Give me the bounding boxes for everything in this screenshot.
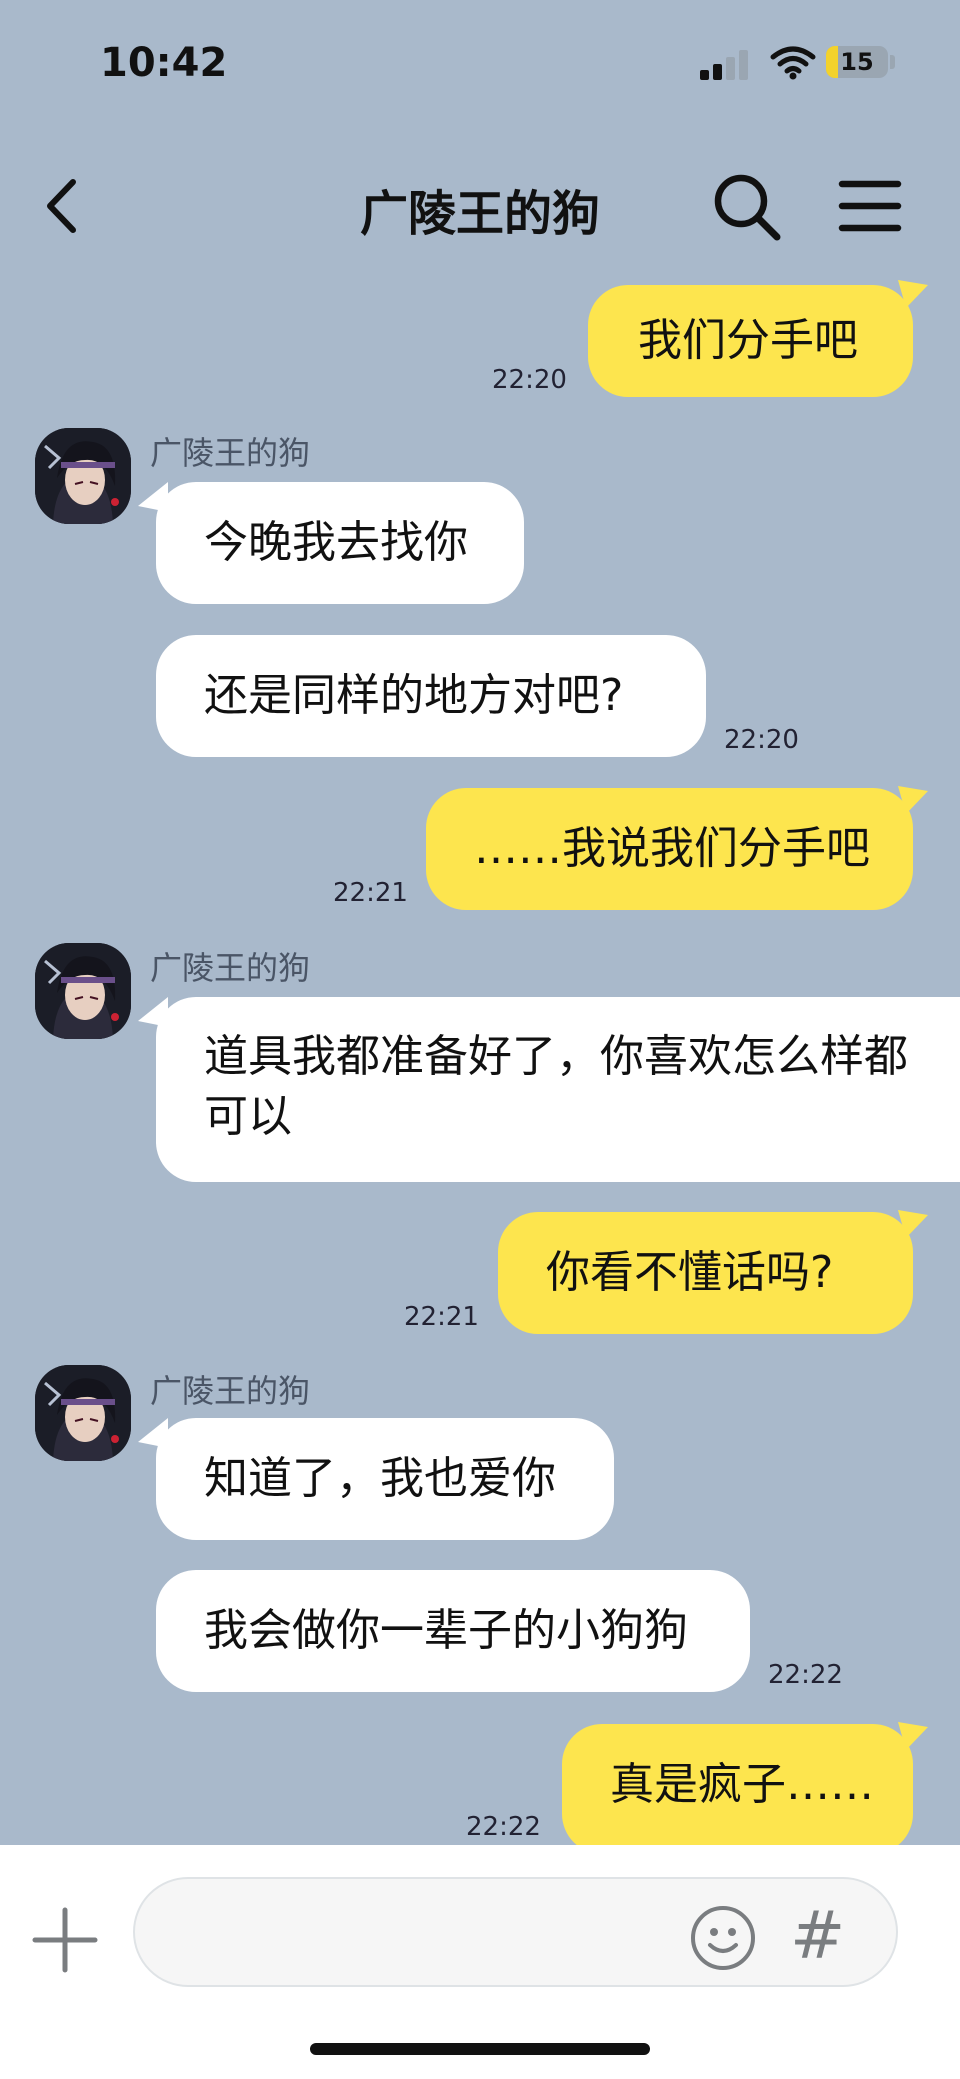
battery-level: 15: [840, 48, 874, 76]
home-indicator: [310, 2043, 650, 2055]
avatar-portrait: [35, 428, 131, 524]
message-list: 我们分手吧 22:20 广陵王的狗 今晚我去找你 还是同样的地方对吧? 22:2…: [0, 260, 960, 1845]
message-time: 22:20: [492, 365, 567, 395]
contact-avatar[interactable]: [35, 1365, 131, 1461]
battery-tip: [890, 55, 895, 69]
message-time: 22:20: [724, 725, 799, 755]
emoji-icon[interactable]: [690, 1905, 756, 1971]
bubble-tail: [898, 1722, 928, 1750]
bubble-tail: [898, 786, 928, 814]
message-text: 我会做你一辈子的小狗狗: [204, 1605, 688, 1656]
message-bubble-received[interactable]: 我会做你一辈子的小狗狗: [156, 1570, 750, 1692]
message-text: ……我说我们分手吧: [474, 823, 870, 874]
message-text: 我们分手吧: [638, 315, 858, 366]
contact-avatar[interactable]: [35, 943, 131, 1039]
message-text: 真是疯子……: [610, 1759, 874, 1810]
message-time: 22:21: [404, 1302, 479, 1332]
message-bubble-received[interactable]: 道具我都准备好了，你喜欢怎么样都可以: [156, 997, 960, 1182]
status-bar: 10:42 15: [0, 0, 960, 130]
wifi-icon: [770, 46, 816, 80]
plus-icon[interactable]: [30, 1905, 100, 1975]
message-text: 知道了，我也爱你: [204, 1453, 556, 1504]
status-time: 10:42: [100, 40, 228, 86]
message-bubble-sent[interactable]: ……我说我们分手吧: [426, 788, 913, 910]
hashtag-button[interactable]: #: [790, 1897, 845, 1974]
menu-icon[interactable]: [838, 174, 902, 238]
chat-title: 广陵王的狗: [359, 186, 600, 242]
message-bubble-received[interactable]: 今晚我去找你: [156, 482, 524, 604]
message-time: 22:22: [768, 1660, 843, 1690]
message-text: 你看不懂话吗?: [546, 1247, 834, 1298]
chat-header: 广陵王的狗: [0, 150, 960, 260]
message-time: 22:22: [466, 1812, 541, 1842]
sender-name: 广陵王的狗: [150, 434, 311, 472]
contact-avatar[interactable]: [35, 428, 131, 524]
message-text: 还是同样的地方对吧?: [204, 670, 624, 721]
message-bubble-received[interactable]: 还是同样的地方对吧?: [156, 635, 706, 757]
message-bubble-sent[interactable]: 我们分手吧: [588, 285, 913, 397]
bubble-tail: [898, 280, 928, 308]
message-input-bar: #: [0, 1845, 960, 2079]
battery-icon: 15: [826, 46, 888, 78]
sender-name: 广陵王的狗: [150, 1372, 311, 1410]
message-text: 今晚我去找你: [204, 517, 468, 568]
message-bubble-sent[interactable]: 真是疯子……: [562, 1724, 913, 1845]
signal-icon: [700, 48, 752, 80]
message-bubble-received[interactable]: 知道了，我也爱你: [156, 1418, 614, 1540]
bubble-tail: [898, 1210, 928, 1238]
sender-name: 广陵王的狗: [150, 949, 311, 987]
message-input[interactable]: [133, 1877, 898, 1987]
avatar-portrait: [35, 1365, 131, 1461]
search-icon[interactable]: [710, 170, 784, 244]
avatar-portrait: [35, 943, 131, 1039]
message-text: 道具我都准备好了，你喜欢怎么样都可以: [204, 1031, 908, 1142]
message-bubble-sent[interactable]: 你看不懂话吗?: [498, 1212, 913, 1334]
message-time: 22:21: [333, 878, 408, 908]
